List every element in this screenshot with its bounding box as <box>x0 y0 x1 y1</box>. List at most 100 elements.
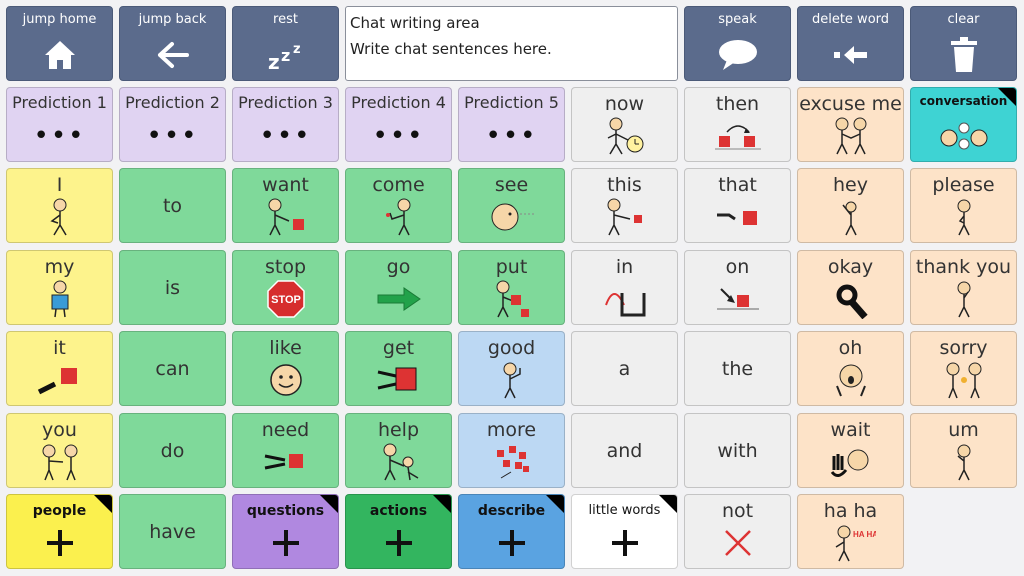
red-x-icon <box>685 522 790 564</box>
word-label: excuse me <box>799 93 902 115</box>
word-get-button[interactable]: get <box>345 331 452 406</box>
word-this-button[interactable]: this <box>571 168 678 243</box>
word-is-button[interactable]: is <box>119 250 226 325</box>
many-blocks-icon <box>459 441 564 483</box>
word-that-button[interactable]: that <box>684 168 791 243</box>
people-category-button[interactable]: people <box>6 494 113 569</box>
word-the-button[interactable]: the <box>684 331 791 406</box>
word-i-button[interactable]: I <box>6 168 113 243</box>
face-look-icon <box>459 196 564 238</box>
word-my-button[interactable]: my <box>6 250 113 325</box>
word-have-button[interactable]: have <box>119 494 226 569</box>
word-on-button[interactable]: on <box>684 250 791 325</box>
word-label: oh <box>838 337 863 359</box>
word-like-button[interactable]: like <box>232 331 339 406</box>
person-thanks-icon <box>911 278 1016 320</box>
rest-button[interactable]: rest zzz <box>232 6 339 81</box>
word-label: want <box>262 174 309 196</box>
word-help-button[interactable]: help <box>345 413 452 488</box>
word-label: my <box>44 256 75 278</box>
folder-corner-icon <box>433 495 451 513</box>
word-label: get <box>382 337 415 359</box>
conversation-button[interactable]: conversation <box>910 87 1017 162</box>
word-label: with <box>717 439 758 462</box>
person-my-icon <box>7 278 112 320</box>
home-icon <box>7 33 112 77</box>
word-label: see <box>494 174 529 196</box>
onto-surface-icon <box>685 278 790 320</box>
word-ha-ha-button[interactable]: ha ha HA HA <box>797 494 904 569</box>
word-now-button[interactable]: now <box>571 87 678 162</box>
describe-category-button[interactable]: describe <box>458 494 565 569</box>
speak-button[interactable]: speak <box>684 6 791 81</box>
trash-icon <box>911 33 1016 77</box>
little-words-category-button[interactable]: little words <box>571 494 678 569</box>
prediction-2-button[interactable]: Prediction 2 ••• <box>119 87 226 162</box>
word-stop-button[interactable]: stop STOP <box>232 250 339 325</box>
word-see-button[interactable]: see <box>458 168 565 243</box>
ellipsis-icon: ••• <box>485 121 538 151</box>
word-do-button[interactable]: do <box>119 413 226 488</box>
word-um-button[interactable]: um <box>910 413 1017 488</box>
jump-home-button[interactable]: jump home <box>6 6 113 81</box>
word-in-button[interactable]: in <box>571 250 678 325</box>
word-please-button[interactable]: please <box>910 168 1017 243</box>
word-label: the <box>721 357 754 380</box>
prediction-5-label: Prediction 5 <box>464 93 559 112</box>
laughing-person-icon: HA HA <box>798 522 903 564</box>
plus-icon <box>346 522 451 564</box>
word-good-button[interactable]: good <box>458 331 565 406</box>
word-go-button[interactable]: go <box>345 250 452 325</box>
ellipsis-icon: ••• <box>33 121 86 151</box>
delete-word-button[interactable]: delete word <box>797 6 904 81</box>
word-need-button[interactable]: need <box>232 413 339 488</box>
svg-text:z: z <box>293 42 301 57</box>
word-and-button[interactable]: and <box>571 413 678 488</box>
word-okay-button[interactable]: okay <box>797 250 904 325</box>
word-put-button[interactable]: put <box>458 250 565 325</box>
word-then-button[interactable]: then <box>684 87 791 162</box>
word-label: like <box>269 337 302 359</box>
word-more-button[interactable]: more <box>458 413 565 488</box>
folder-corner-icon <box>94 495 112 513</box>
word-can-button[interactable]: can <box>119 331 226 406</box>
word-you-button[interactable]: you <box>6 413 113 488</box>
word-wait-button[interactable]: wait <box>797 413 904 488</box>
word-oh-button[interactable]: oh <box>797 331 904 406</box>
point-at-object-icon <box>7 359 112 401</box>
two-people-sorry-icon <box>911 359 1016 401</box>
word-excuse-me-button[interactable]: excuse me <box>797 87 904 162</box>
word-it-button[interactable]: it <box>6 331 113 406</box>
questions-category-button[interactable]: questions <box>232 494 339 569</box>
word-label: it <box>53 337 66 359</box>
word-a-button[interactable]: a <box>571 331 678 406</box>
prediction-1-label: Prediction 1 <box>12 93 107 112</box>
word-label: do <box>160 439 185 462</box>
into-container-icon <box>572 278 677 320</box>
word-hey-button[interactable]: hey <box>797 168 904 243</box>
clear-button[interactable]: clear <box>910 6 1017 81</box>
word-label: wait <box>830 419 871 441</box>
word-with-button[interactable]: with <box>684 413 791 488</box>
prediction-2-label: Prediction 2 <box>125 93 220 112</box>
ha-ha-sign-text: HA HA <box>853 530 876 539</box>
prediction-4-button[interactable]: Prediction 4 ••• <box>345 87 452 162</box>
folder-corner-icon <box>546 495 564 513</box>
person-self-icon <box>7 196 112 238</box>
word-to-button[interactable]: to <box>119 168 226 243</box>
speak-label: speak <box>718 12 757 27</box>
jump-back-button[interactable]: jump back <box>119 6 226 81</box>
word-come-button[interactable]: come <box>345 168 452 243</box>
actions-category-button[interactable]: actions <box>345 494 452 569</box>
word-not-button[interactable]: not <box>684 494 791 569</box>
prediction-5-button[interactable]: Prediction 5 ••• <box>458 87 565 162</box>
word-label: to <box>162 194 183 217</box>
prediction-3-button[interactable]: Prediction 3 ••• <box>232 87 339 162</box>
word-thank-you-button[interactable]: thank you <box>910 250 1017 325</box>
smiley-face-icon <box>233 359 338 401</box>
word-want-button[interactable]: want <box>232 168 339 243</box>
word-sorry-button[interactable]: sorry <box>910 331 1017 406</box>
chat-writing-area[interactable]: Chat writing area Write chat sentences h… <box>345 6 678 81</box>
two-people-icon <box>798 115 903 157</box>
prediction-1-button[interactable]: Prediction 1 ••• <box>6 87 113 162</box>
